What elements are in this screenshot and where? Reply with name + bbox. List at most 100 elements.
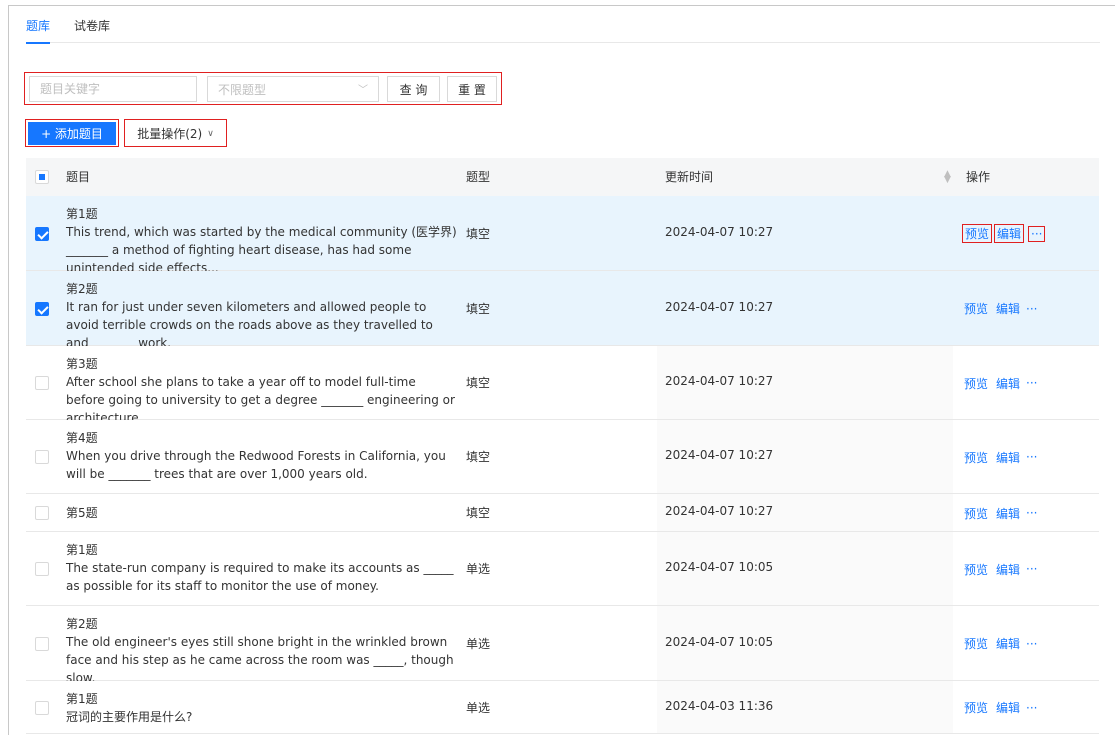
table-row[interactable]: 第2题 The old engineer's eyes still shone … (26, 606, 1099, 685)
table-body: 第1题 This trend, which was started by the… (26, 196, 1099, 734)
type-cell: 填空 (466, 506, 491, 520)
type-cell: 填空 (466, 226, 491, 241)
question-text: It ran for just under seven kilometers a… (66, 300, 433, 350)
header-ops: 操作 (966, 170, 991, 184)
type-cell: 填空 (466, 301, 491, 316)
question-title: 第5题 (66, 506, 98, 520)
question-title: 第1题 (66, 692, 98, 706)
row-checkbox[interactable] (35, 506, 49, 520)
question-title: 第3题 (66, 357, 98, 371)
row-checkbox[interactable] (35, 376, 49, 390)
question-text: After school she plans to take a year of… (66, 375, 455, 425)
row-checkbox[interactable] (35, 636, 49, 651)
question-cell[interactable]: 第2题 The old engineer's eyes still shone … (66, 615, 458, 687)
reset-button[interactable]: 重 置 (447, 76, 497, 102)
table-row[interactable]: 第3题 After school she plans to take a yea… (26, 346, 1099, 425)
tab-question-bank[interactable]: 题库 (26, 17, 51, 44)
keyword-input[interactable] (29, 76, 197, 102)
preview-link[interactable]: 预览 (962, 635, 990, 652)
time-cell: 2024-04-07 10:27 (665, 448, 774, 462)
type-cell: 单选 (466, 700, 491, 715)
type-select-value: 不限题型 (218, 82, 267, 97)
ops-cell: 预览 编辑 ··· (962, 502, 1039, 524)
edit-link[interactable]: 编辑 (994, 635, 1022, 652)
header-time: 更新时间 (665, 170, 714, 184)
ops-cell: 预览 编辑 ··· (962, 298, 1039, 320)
table-row[interactable]: 第1题 冠词的主要作用是什么? 单选 2024-04-03 11:36 预览 编… (26, 681, 1099, 734)
ops-cell: 预览 编辑 ··· (962, 633, 1039, 655)
more-icon[interactable]: ··· (1024, 701, 1039, 715)
add-question-button[interactable]: + 添加题目 (28, 122, 116, 145)
more-icon[interactable]: ··· (1028, 225, 1046, 242)
more-icon[interactable]: ··· (1024, 302, 1039, 316)
preview-link[interactable]: 预览 (962, 224, 993, 243)
row-checkbox[interactable] (35, 301, 49, 316)
preview-link[interactable]: 预览 (962, 300, 990, 317)
question-text: The old engineer's eyes still shone brig… (66, 635, 454, 685)
type-cell: 填空 (466, 376, 491, 390)
preview-link[interactable]: 预览 (962, 375, 990, 392)
question-title: 第1题 (66, 543, 98, 557)
question-cell[interactable]: 第1题 冠词的主要作用是什么? (66, 690, 458, 726)
table-row[interactable]: 第2题 It ran for just under seven kilomete… (26, 271, 1099, 350)
time-cell: 2024-04-07 10:05 (665, 634, 774, 649)
type-cell: 填空 (466, 450, 491, 464)
edit-link[interactable]: 编辑 (994, 375, 1022, 392)
table-row[interactable]: 第1题 The state-run company is required to… (26, 532, 1099, 606)
edit-link[interactable]: 编辑 (994, 699, 1022, 716)
question-title: 第2题 (66, 282, 98, 296)
question-cell[interactable]: 第3题 After school she plans to take a yea… (66, 355, 458, 427)
preview-link[interactable]: 预览 (962, 505, 990, 522)
tab-paper-bank[interactable]: 试卷库 (74, 17, 110, 43)
more-icon[interactable]: ··· (1024, 450, 1039, 464)
row-checkbox[interactable] (35, 450, 49, 464)
question-title: 第1题 (66, 207, 98, 221)
search-button[interactable]: 查 询 (387, 76, 440, 102)
type-cell: 单选 (466, 636, 491, 651)
batch-ops-button[interactable]: 批量操作(2) ∨ (127, 122, 224, 145)
header-question: 题目 (66, 170, 91, 184)
more-icon[interactable]: ··· (1024, 376, 1039, 390)
row-checkbox[interactable] (35, 226, 49, 241)
question-cell[interactable]: 第2题 It ran for just under seven kilomete… (66, 280, 458, 352)
more-icon[interactable]: ··· (1024, 637, 1039, 651)
question-cell[interactable]: 第1题 The state-run company is required to… (66, 541, 458, 595)
question-cell[interactable]: 第1题 This trend, which was started by the… (66, 205, 458, 277)
sort-icon[interactable]: ▲ ▼ (944, 170, 951, 185)
edit-link[interactable]: 编辑 (994, 505, 1022, 522)
ops-cell: 预览 编辑 ··· (962, 558, 1039, 580)
edit-link[interactable]: 编辑 (994, 224, 1025, 243)
more-icon[interactable]: ··· (1024, 562, 1039, 576)
time-cell: 2024-04-07 10:27 (665, 224, 774, 239)
edit-link[interactable]: 编辑 (994, 449, 1022, 466)
row-checkbox[interactable] (35, 700, 49, 715)
type-cell: 单选 (466, 562, 491, 576)
preview-link[interactable]: 预览 (962, 561, 990, 578)
more-icon[interactable]: ··· (1024, 506, 1039, 520)
ops-cell: 预览 编辑 ··· (962, 697, 1039, 719)
table-row[interactable]: 第5题 填空 2024-04-07 10:27 预览 编辑 ··· (26, 494, 1099, 532)
question-cell[interactable]: 第5题 (66, 504, 458, 522)
question-text: When you drive through the Redwood Fores… (66, 449, 446, 481)
question-cell[interactable]: 第4题 When you drive through the Redwood F… (66, 429, 458, 483)
tab-bar: 题库 试卷库 (26, 17, 1100, 44)
row-checkbox[interactable] (35, 562, 49, 576)
question-title: 第2题 (66, 617, 98, 631)
table-row[interactable]: 第1题 This trend, which was started by the… (26, 196, 1099, 275)
ops-cell: 预览 编辑 ··· (962, 223, 1046, 245)
time-cell: 2024-04-07 10:27 (665, 299, 774, 314)
preview-link[interactable]: 预览 (962, 449, 990, 466)
ops-cell: 预览 编辑 ··· (962, 446, 1039, 468)
edit-link[interactable]: 编辑 (994, 300, 1022, 317)
preview-link[interactable]: 预览 (962, 699, 990, 716)
type-select[interactable]: 不限题型 ﹀ (207, 76, 379, 102)
question-title: 第4题 (66, 431, 98, 445)
time-cell: 2024-04-07 10:27 (665, 504, 774, 518)
select-all-checkbox[interactable] (35, 170, 49, 184)
question-text: 冠词的主要作用是什么? (66, 710, 193, 724)
edit-link[interactable]: 编辑 (994, 561, 1022, 578)
time-cell: 2024-04-07 10:27 (665, 374, 774, 388)
ops-cell: 预览 编辑 ··· (962, 372, 1039, 394)
table-row[interactable]: 第4题 When you drive through the Redwood F… (26, 420, 1099, 494)
header-type: 题型 (466, 170, 491, 184)
